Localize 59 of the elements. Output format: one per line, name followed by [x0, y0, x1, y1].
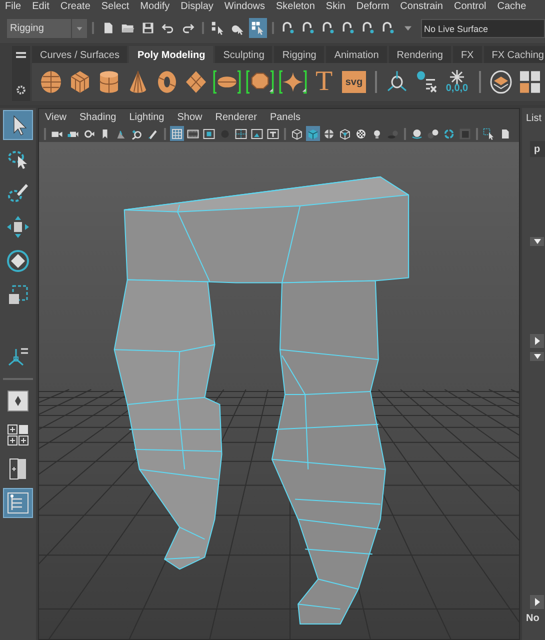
- shaded-cube-icon[interactable]: [306, 126, 320, 141]
- menu-icon[interactable]: [16, 52, 26, 58]
- menu-item[interactable]: Constrain: [400, 2, 443, 12]
- menu-item[interactable]: Cache: [497, 2, 526, 12]
- shelf-tab[interactable]: Animation: [326, 46, 387, 63]
- menu-item[interactable]: Modify: [140, 2, 170, 12]
- component-pointer-icon[interactable]: [249, 18, 267, 38]
- menu-item[interactable]: Panels: [270, 110, 301, 124]
- box-select-icon[interactable]: [482, 126, 496, 141]
- boxed-bar-icon[interactable]: [266, 126, 280, 141]
- tiles-icon[interactable]: [518, 69, 542, 95]
- mode-dropdown[interactable]: Rigging: [7, 18, 87, 38]
- wireframe-cube-icon[interactable]: [338, 126, 352, 141]
- menu-item[interactable]: Skeleton: [276, 2, 315, 12]
- polygon-icon[interactable]: [246, 69, 274, 95]
- svg-tool-button[interactable]: svg: [342, 71, 366, 93]
- menu-item[interactable]: Deform: [356, 2, 390, 12]
- menu-item[interactable]: Lighting: [129, 110, 164, 124]
- menu-item[interactable]: File: [5, 2, 22, 12]
- menu-item[interactable]: Display: [180, 2, 214, 12]
- frame-icon[interactable]: [234, 126, 248, 141]
- menu-item[interactable]: Control: [454, 2, 486, 12]
- shelf-tab[interactable]: Rendering: [388, 46, 451, 63]
- cylinder-icon[interactable]: [97, 69, 121, 95]
- text-tool-button[interactable]: T: [311, 68, 337, 96]
- freeze-label: 0,0,0: [446, 84, 468, 94]
- settings-icon[interactable]: [16, 85, 26, 95]
- torus-icon[interactable]: [155, 69, 179, 95]
- panel-title: List: [526, 112, 543, 126]
- menu-item[interactable]: View: [45, 110, 66, 124]
- disc-icon[interactable]: [213, 69, 241, 95]
- shelf-tab[interactable]: Rigging: [274, 46, 324, 63]
- cube-icon[interactable]: [68, 69, 92, 95]
- live-surface-field[interactable]: No Live Surface: [421, 18, 545, 38]
- menu-item[interactable]: Show: [177, 110, 202, 124]
- menu-item[interactable]: Edit: [32, 2, 50, 12]
- layers-icon[interactable]: [489, 69, 513, 95]
- picture-icon[interactable]: [250, 126, 264, 141]
- menu-item[interactable]: Create: [60, 2, 90, 12]
- snowflake-icon[interactable]: [450, 70, 464, 84]
- wireframe-cube-icon[interactable]: [290, 126, 304, 141]
- menu-item[interactable]: Skin: [326, 2, 346, 12]
- plane-icon[interactable]: [184, 69, 208, 95]
- menu-item[interactable]: Select: [101, 2, 130, 12]
- menu-item[interactable]: Windows: [224, 2, 265, 12]
- panel-tab[interactable]: p: [530, 141, 545, 157]
- shelf-tab[interactable]: FX Caching: [484, 46, 545, 63]
- panel-label: No: [526, 612, 540, 626]
- star-icon[interactable]: [279, 69, 307, 95]
- menu-item[interactable]: Shading: [80, 110, 116, 124]
- shelf-tab[interactable]: Poly Modeling: [129, 46, 214, 63]
- menu-item[interactable]: Renderer: [215, 110, 257, 124]
- sphere-icon[interactable]: [39, 69, 63, 95]
- history-icon[interactable]: [414, 69, 438, 95]
- framed-square-icon[interactable]: [202, 126, 216, 141]
- shelf-tab[interactable]: Sculpting: [215, 46, 272, 63]
- shelf-tab[interactable]: Curves / Surfaces: [32, 46, 128, 63]
- shelf-tab[interactable]: FX: [452, 46, 482, 63]
- legs-model-drawing[interactable]: [114, 176, 410, 625]
